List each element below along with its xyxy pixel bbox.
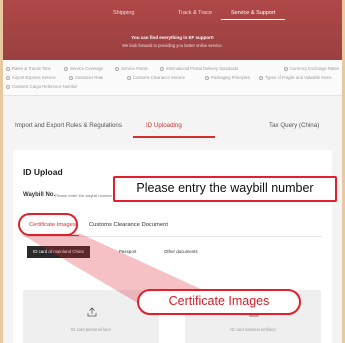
waybill-callout: Please entry the waybill number xyxy=(113,176,337,202)
certificate-callout: Certificate Images xyxy=(137,289,301,315)
certificate-highlight xyxy=(18,213,78,236)
